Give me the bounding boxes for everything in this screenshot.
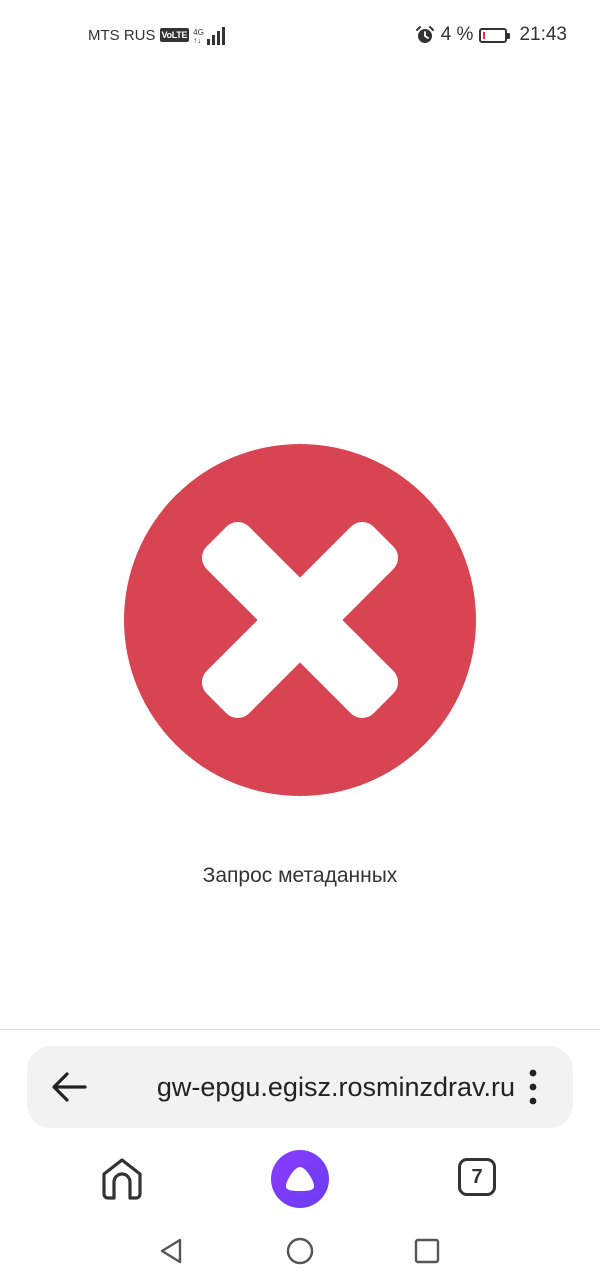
browser-navbar: 7 [0,1140,600,1220]
tab-count: 7 [471,1165,483,1188]
volte-badge: VoLTE [159,28,190,42]
status-message: Запрос метаданных [202,864,398,887]
carrier-name: MTS RUS [88,26,156,44]
system-back-icon[interactable] [158,1237,184,1265]
battery-percent: 4 % [440,24,474,45]
error-x-icon [124,444,476,796]
divider [0,1029,600,1030]
status-bar-left: MTS RUS VoLTE 4G ↑↓ [88,22,225,48]
status-bar-right: 4 % 21:43 [415,22,567,48]
address-bar[interactable]: gw-epgu.egisz.rosminzdrav.ru [27,1046,573,1128]
alarm-icon [415,26,434,43]
network-activity-label: ↑↓ [193,36,202,45]
back-arrow-icon[interactable] [49,1069,89,1105]
battery-icon [479,27,511,43]
more-vert-icon[interactable] [525,1068,541,1106]
url-text: gw-epgu.egisz.rosminzdrav.ru [156,1072,515,1102]
status-bar: MTS RUS VoLTE 4G ↑↓ 4 % 21:43 [0,0,600,70]
alice-icon [286,1167,314,1191]
system-home-icon[interactable] [286,1237,314,1265]
signal-icon: 4G ↑↓ [193,25,225,45]
alice-button[interactable] [271,1150,329,1208]
tabs-icon[interactable]: 7 [458,1158,496,1196]
system-recent-icon[interactable] [414,1238,440,1264]
clock: 21:43 [519,24,567,45]
system-navbar [0,1225,600,1282]
url-field[interactable]: gw-epgu.egisz.rosminzdrav.ru [119,1046,515,1128]
home-icon[interactable] [100,1156,144,1200]
